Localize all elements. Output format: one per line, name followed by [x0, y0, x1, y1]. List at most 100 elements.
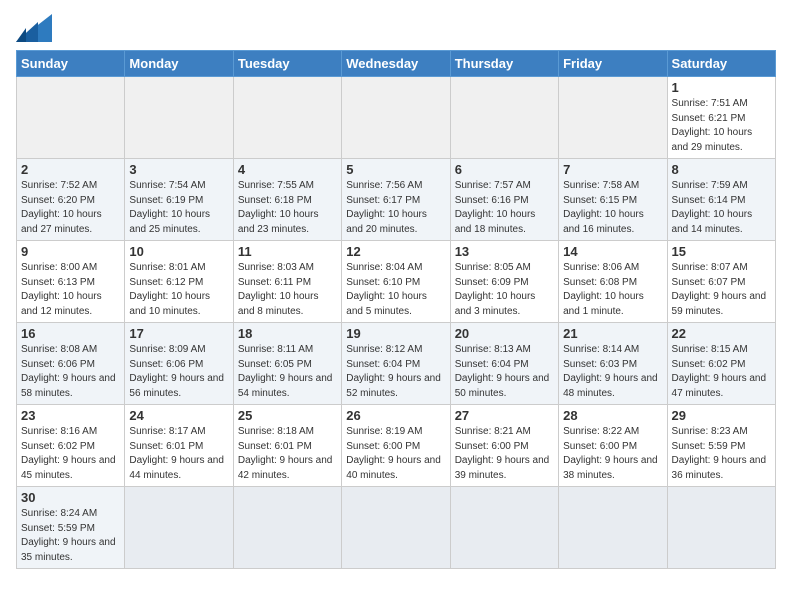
- header-area: [16, 10, 776, 42]
- day-number: 22: [672, 326, 771, 341]
- day-info: Sunrise: 8:17 AM Sunset: 6:01 PM Dayligh…: [129, 425, 228, 483]
- calendar-cell: [17, 77, 125, 159]
- calendar-cell: 22 Sunrise: 8:15 AM Sunset: 6:02 PM Dayli…: [667, 323, 775, 405]
- calendar-cell: 7 Sunrise: 7:58 AM Sunset: 6:15 PM Daylig…: [559, 159, 667, 241]
- day-number: 7: [563, 162, 662, 177]
- day-info: Sunrise: 7:56 AM Sunset: 6:17 PM Dayligh…: [346, 179, 445, 237]
- day-info: Sunrise: 8:15 AM Sunset: 6:02 PM Dayligh…: [672, 343, 771, 401]
- calendar-cell: 19 Sunrise: 8:12 AM Sunset: 6:04 PM Dayli…: [342, 323, 450, 405]
- calendar-cell: [125, 77, 233, 159]
- day-number: 11: [238, 244, 337, 259]
- day-number: 8: [672, 162, 771, 177]
- calendar-cell: 21 Sunrise: 8:14 AM Sunset: 6:03 PM Dayli…: [559, 323, 667, 405]
- day-info: Sunrise: 7:58 AM Sunset: 6:15 PM Dayligh…: [563, 179, 662, 237]
- calendar-cell: [342, 487, 450, 569]
- calendar-cell: 13 Sunrise: 8:05 AM Sunset: 6:09 PM Dayli…: [450, 241, 558, 323]
- logo: [16, 14, 56, 42]
- day-info: Sunrise: 8:18 AM Sunset: 6:01 PM Dayligh…: [238, 425, 337, 483]
- day-number: 24: [129, 408, 228, 423]
- calendar-cell: [233, 77, 341, 159]
- day-info: Sunrise: 8:06 AM Sunset: 6:08 PM Dayligh…: [563, 261, 662, 319]
- day-info: Sunrise: 8:03 AM Sunset: 6:11 PM Dayligh…: [238, 261, 337, 319]
- day-number: 28: [563, 408, 662, 423]
- day-number: 4: [238, 162, 337, 177]
- day-info: Sunrise: 8:09 AM Sunset: 6:06 PM Dayligh…: [129, 343, 228, 401]
- day-number: 13: [455, 244, 554, 259]
- day-number: 2: [21, 162, 120, 177]
- page: SundayMondayTuesdayWednesdayThursdayFrid…: [0, 0, 792, 579]
- day-number: 27: [455, 408, 554, 423]
- day-number: 30: [21, 490, 120, 505]
- calendar-cell: 9Sunrise: 8:00 AM Sunset: 6:13 PM Daylig…: [17, 241, 125, 323]
- day-number: 21: [563, 326, 662, 341]
- calendar-cell: 25 Sunrise: 8:18 AM Sunset: 6:01 PM Dayli…: [233, 405, 341, 487]
- day-info: Sunrise: 7:55 AM Sunset: 6:18 PM Dayligh…: [238, 179, 337, 237]
- calendar-cell: 17 Sunrise: 8:09 AM Sunset: 6:06 PM Dayli…: [125, 323, 233, 405]
- calendar-cell: [559, 487, 667, 569]
- day-header-sunday: Sunday: [17, 51, 125, 77]
- day-number: 1: [672, 80, 771, 95]
- calendar-cell: 18Sunrise: 8:11 AM Sunset: 6:05 PM Dayli…: [233, 323, 341, 405]
- day-info: Sunrise: 8:23 AM Sunset: 5:59 PM Dayligh…: [672, 425, 771, 483]
- day-header-thursday: Thursday: [450, 51, 558, 77]
- calendar-cell: 5Sunrise: 7:56 AM Sunset: 6:17 PM Daylig…: [342, 159, 450, 241]
- calendar-cell: 14Sunrise: 8:06 AM Sunset: 6:08 PM Dayli…: [559, 241, 667, 323]
- calendar-week-6: 30 Sunrise: 8:24 AM Sunset: 5:59 PM Dayli…: [17, 487, 776, 569]
- calendar-cell: [450, 487, 558, 569]
- calendar-week-5: 23Sunrise: 8:16 AM Sunset: 6:02 PM Dayli…: [17, 405, 776, 487]
- calendar-cell: 20Sunrise: 8:13 AM Sunset: 6:04 PM Dayli…: [450, 323, 558, 405]
- day-number: 16: [21, 326, 120, 341]
- day-info: Sunrise: 8:19 AM Sunset: 6:00 PM Dayligh…: [346, 425, 445, 483]
- day-info: Sunrise: 7:52 AM Sunset: 6:20 PM Dayligh…: [21, 179, 120, 237]
- day-number: 17: [129, 326, 228, 341]
- day-header-tuesday: Tuesday: [233, 51, 341, 77]
- calendar: SundayMondayTuesdayWednesdayThursdayFrid…: [16, 50, 776, 569]
- calendar-cell: 16 Sunrise: 8:08 AM Sunset: 6:06 PM Dayli…: [17, 323, 125, 405]
- day-info: Sunrise: 8:01 AM Sunset: 6:12 PM Dayligh…: [129, 261, 228, 319]
- calendar-cell: 6Sunrise: 7:57 AM Sunset: 6:16 PM Daylig…: [450, 159, 558, 241]
- calendar-header: SundayMondayTuesdayWednesdayThursdayFrid…: [17, 51, 776, 77]
- calendar-cell: 3 Sunrise: 7:54 AM Sunset: 6:19 PM Daylig…: [125, 159, 233, 241]
- calendar-cell: [559, 77, 667, 159]
- calendar-week-1: 1 Sunrise: 7:51 AM Sunset: 6:21 PM Daylig…: [17, 77, 776, 159]
- day-info: Sunrise: 8:04 AM Sunset: 6:10 PM Dayligh…: [346, 261, 445, 319]
- day-info: Sunrise: 8:24 AM Sunset: 5:59 PM Dayligh…: [21, 507, 120, 565]
- day-info: Sunrise: 8:13 AM Sunset: 6:04 PM Dayligh…: [455, 343, 554, 401]
- calendar-cell: 15Sunrise: 8:07 AM Sunset: 6:07 PM Dayli…: [667, 241, 775, 323]
- day-number: 29: [672, 408, 771, 423]
- calendar-cell: 8 Sunrise: 7:59 AM Sunset: 6:14 PM Daylig…: [667, 159, 775, 241]
- day-info: Sunrise: 8:21 AM Sunset: 6:00 PM Dayligh…: [455, 425, 554, 483]
- day-info: Sunrise: 8:05 AM Sunset: 6:09 PM Dayligh…: [455, 261, 554, 319]
- day-info: Sunrise: 8:07 AM Sunset: 6:07 PM Dayligh…: [672, 261, 771, 319]
- day-number: 19: [346, 326, 445, 341]
- day-info: Sunrise: 7:51 AM Sunset: 6:21 PM Dayligh…: [672, 97, 771, 155]
- calendar-cell: [125, 487, 233, 569]
- calendar-cell: 10Sunrise: 8:01 AM Sunset: 6:12 PM Dayli…: [125, 241, 233, 323]
- day-number: 25: [238, 408, 337, 423]
- calendar-cell: [233, 487, 341, 569]
- day-info: Sunrise: 7:54 AM Sunset: 6:19 PM Dayligh…: [129, 179, 228, 237]
- day-info: Sunrise: 8:22 AM Sunset: 6:00 PM Dayligh…: [563, 425, 662, 483]
- day-header-saturday: Saturday: [667, 51, 775, 77]
- calendar-cell: 27 Sunrise: 8:21 AM Sunset: 6:00 PM Dayli…: [450, 405, 558, 487]
- calendar-cell: 24 Sunrise: 8:17 AM Sunset: 6:01 PM Dayli…: [125, 405, 233, 487]
- calendar-week-2: 2 Sunrise: 7:52 AM Sunset: 6:20 PM Daylig…: [17, 159, 776, 241]
- day-number: 6: [455, 162, 554, 177]
- day-info: Sunrise: 8:12 AM Sunset: 6:04 PM Dayligh…: [346, 343, 445, 401]
- day-number: 3: [129, 162, 228, 177]
- calendar-cell: 28 Sunrise: 8:22 AM Sunset: 6:00 PM Dayli…: [559, 405, 667, 487]
- day-info: Sunrise: 7:59 AM Sunset: 6:14 PM Dayligh…: [672, 179, 771, 237]
- day-info: Sunrise: 8:16 AM Sunset: 6:02 PM Dayligh…: [21, 425, 120, 483]
- calendar-cell: [450, 77, 558, 159]
- calendar-cell: 23Sunrise: 8:16 AM Sunset: 6:02 PM Dayli…: [17, 405, 125, 487]
- day-info: Sunrise: 8:08 AM Sunset: 6:06 PM Dayligh…: [21, 343, 120, 401]
- day-header-row: SundayMondayTuesdayWednesdayThursdayFrid…: [17, 51, 776, 77]
- day-info: Sunrise: 8:14 AM Sunset: 6:03 PM Dayligh…: [563, 343, 662, 401]
- calendar-cell: 2 Sunrise: 7:52 AM Sunset: 6:20 PM Daylig…: [17, 159, 125, 241]
- calendar-cell: 29 Sunrise: 8:23 AM Sunset: 5:59 PM Dayli…: [667, 405, 775, 487]
- calendar-cell: 12Sunrise: 8:04 AM Sunset: 6:10 PM Dayli…: [342, 241, 450, 323]
- day-info: Sunrise: 8:11 AM Sunset: 6:05 PM Dayligh…: [238, 343, 337, 401]
- day-header-wednesday: Wednesday: [342, 51, 450, 77]
- calendar-body: 1 Sunrise: 7:51 AM Sunset: 6:21 PM Daylig…: [17, 77, 776, 569]
- calendar-cell: 26Sunrise: 8:19 AM Sunset: 6:00 PM Dayli…: [342, 405, 450, 487]
